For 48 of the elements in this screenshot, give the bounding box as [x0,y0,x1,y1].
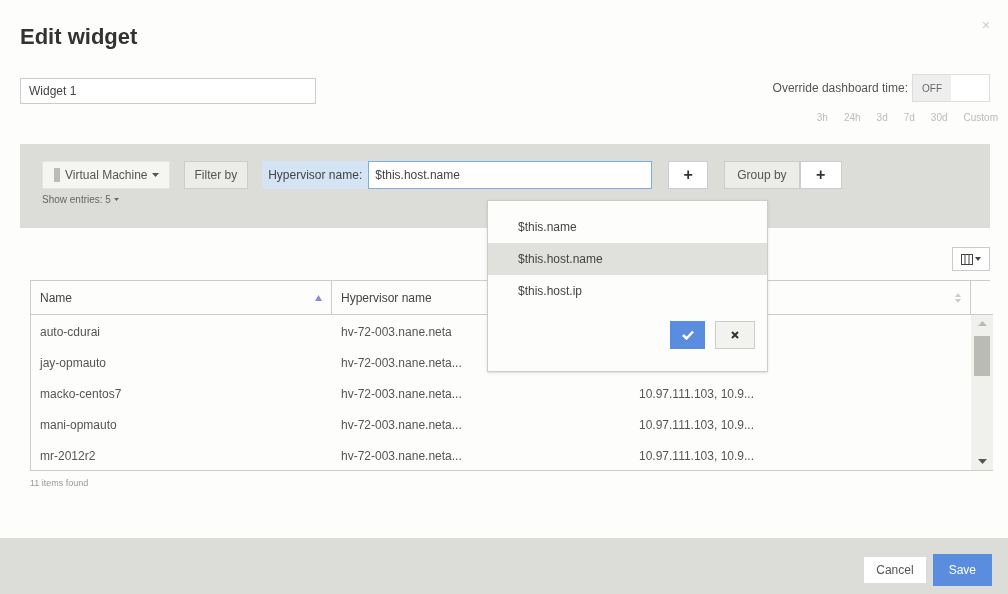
table-cell: 10.97.111.103, 10.9... [639,448,754,463]
table-cell: 10.97.111.103, 10.9... [639,386,754,401]
suggestion-option[interactable]: $this.name [488,211,767,243]
table-cell: mani-opmauto [40,417,117,432]
table-cell: 10.97.111.103, 10.9... [639,417,754,432]
widget-name-field[interactable]: Widget 1 [20,78,316,104]
scrollbar[interactable] [971,315,993,470]
scroll-up-icon[interactable] [977,321,987,326]
column-picker-button[interactable] [952,247,990,271]
columns-icon [961,253,973,265]
object-type-dropdown[interactable]: Virtual Machine [42,161,170,189]
caret-icon [975,257,981,261]
scrollbar-thumb[interactable] [974,336,990,376]
table-cell: hv-72-003.nane.neta [341,324,452,339]
suggestion-option[interactable]: $this.host.ip [488,275,767,307]
caret-icon [113,198,119,201]
add-group-button[interactable]: + [799,161,842,189]
table-cell: hv-72-003.nane.neta... [341,417,462,432]
override-toggle[interactable]: OFF [912,74,990,102]
scroll-down-icon[interactable] [977,459,987,464]
caret-icon [151,173,159,177]
table-cell: hv-72-003.nane.neta... [341,448,462,463]
table-cell: jay-opmauto [40,355,107,370]
filter-value-field[interactable]: $this.host.name [368,161,653,189]
cancel-button[interactable]: Cancel [863,556,927,584]
table-cell: auto-cdurai [40,324,101,339]
column-header[interactable]: Name [40,288,72,307]
show-entries-dropdown[interactable]: Show entries: 5 [42,192,119,207]
filter-by-button[interactable]: Filter by [183,161,249,189]
suggestion-option[interactable]: $this.host.name [488,243,767,275]
group-by-button[interactable]: Group by [724,161,800,189]
dialog-title: Edit widget [20,23,138,51]
server-icon [53,168,61,182]
sort-ascending-icon[interactable] [315,294,322,301]
confirm-button[interactable] [670,321,705,349]
add-filter-button[interactable]: + [668,161,709,189]
items-found-text: 11 items found [30,477,90,490]
table-cell: hv-72-003.nane.neta... [341,355,462,370]
filter-field-label: Hypervisor name: [262,161,369,189]
close-icon [731,331,739,339]
dismiss-button[interactable] [715,321,755,349]
table-cell: macko-centos7 [40,386,122,401]
column-header[interactable]: Hypervisor name [341,288,432,307]
override-label: Override dashboard time: [772,80,908,97]
checkmark-icon [681,330,694,340]
table-cell: hv-72-003.nane.neta... [341,386,462,401]
table-cell: mr-2012r2 [40,448,96,463]
sort-icon[interactable] [955,292,961,303]
